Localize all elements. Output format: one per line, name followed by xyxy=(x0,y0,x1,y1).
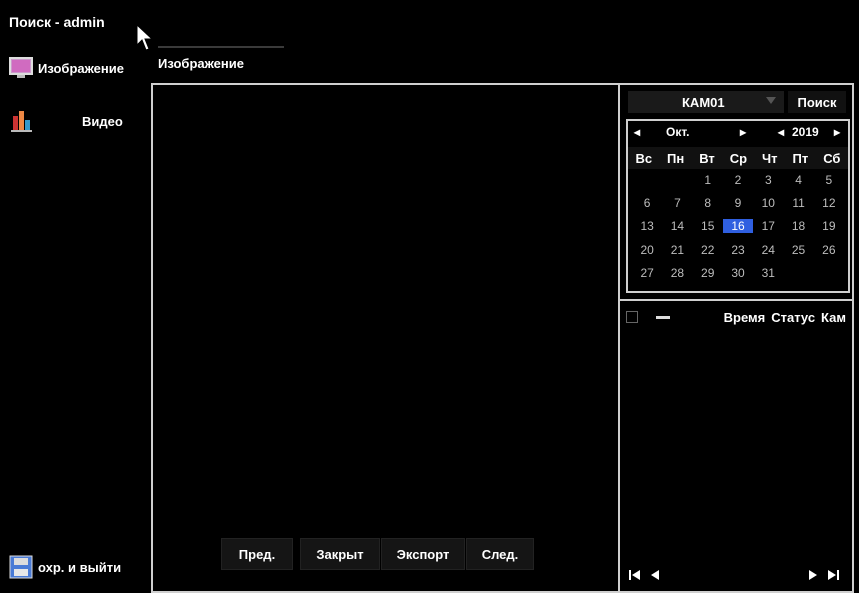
prev-month-icon[interactable]: ◂ xyxy=(634,125,640,139)
prev-page-icon[interactable] xyxy=(648,568,662,582)
tab-underline xyxy=(158,46,284,48)
prev-button[interactable]: Пред. xyxy=(221,538,293,570)
calendar-day[interactable]: 20 xyxy=(632,243,662,257)
pager xyxy=(620,557,852,593)
tab-image[interactable]: Изображение xyxy=(158,56,244,71)
month-label: Окт. xyxy=(666,125,690,139)
calendar-day[interactable]: 21 xyxy=(662,243,692,257)
calendar-day[interactable]: 30 xyxy=(723,266,753,280)
calendar-day[interactable]: 3 xyxy=(753,173,783,187)
search-panel: КАМ01 Поиск ◂ Окт. ▸ ◂ 2019 ▸ Вс Пн Вт С… xyxy=(618,83,854,593)
weekday-label: Чт xyxy=(762,150,778,166)
calendar-day[interactable]: 10 xyxy=(753,196,783,210)
calendar-day xyxy=(814,266,844,280)
year-label: 2019 xyxy=(792,125,819,139)
calendar-day xyxy=(632,173,662,187)
calendar-day[interactable]: 23 xyxy=(723,243,753,257)
calendar-day[interactable]: 26 xyxy=(814,243,844,257)
video-chart-icon xyxy=(8,108,34,134)
weekday-label: Вт xyxy=(699,150,715,166)
weekday-label: Пт xyxy=(792,150,809,166)
calendar-day[interactable]: 12 xyxy=(814,196,844,210)
camera-row: КАМ01 Поиск xyxy=(620,85,852,115)
calendar-day xyxy=(783,266,813,280)
save-and-exit-button[interactable]: охр. и выйти xyxy=(8,554,121,580)
calendar-grid: 1 2 3 4 5 6 7 8 9 10 11 12 13 14 15 16 1… xyxy=(632,173,844,289)
weekday-label: Вс xyxy=(635,150,653,166)
calendar-day[interactable]: 5 xyxy=(814,173,844,187)
calendar-day[interactable]: 11 xyxy=(783,196,813,210)
column-cam: Кам xyxy=(821,309,846,325)
sidebar-item-video[interactable]: Видео xyxy=(8,108,123,134)
calendar-day[interactable]: 29 xyxy=(693,266,723,280)
image-monitor-icon xyxy=(8,55,34,81)
calendar-day[interactable]: 13 xyxy=(632,219,662,233)
calendar-day[interactable]: 8 xyxy=(693,196,723,210)
calendar-day[interactable]: 4 xyxy=(783,173,813,187)
export-button[interactable]: Экспорт xyxy=(381,538,465,570)
close-button[interactable]: Закрыт xyxy=(300,538,380,570)
mouse-pointer-icon xyxy=(136,24,154,51)
next-button[interactable]: След. xyxy=(466,538,534,570)
calendar-header: ◂ Окт. ▸ ◂ 2019 ▸ xyxy=(628,121,848,143)
save-disk-icon xyxy=(8,554,34,580)
calendar-day[interactable]: 6 xyxy=(632,196,662,210)
next-page-icon[interactable] xyxy=(806,568,820,582)
calendar-day[interactable]: 18 xyxy=(783,219,813,233)
calendar-day[interactable]: 22 xyxy=(693,243,723,257)
camera-select-value: КАМ01 xyxy=(682,94,725,110)
chevron-down-icon xyxy=(766,97,776,104)
weekday-label: Сб xyxy=(823,150,841,166)
calendar-day[interactable]: 31 xyxy=(753,266,783,280)
select-all-checkbox[interactable] xyxy=(626,311,638,323)
dash-icon xyxy=(656,315,670,319)
next-month-icon[interactable]: ▸ xyxy=(740,125,746,139)
calendar-day[interactable]: 9 xyxy=(723,196,753,210)
calendar-day-selected[interactable]: 16 xyxy=(722,219,754,234)
calendar-day[interactable]: 2 xyxy=(723,173,753,187)
search-button[interactable]: Поиск xyxy=(788,91,846,113)
calendar-day[interactable]: 17 xyxy=(753,219,783,233)
header-columns: Время Статус Кам xyxy=(724,310,846,325)
window-title: Поиск - admin xyxy=(9,14,105,30)
calendar-day[interactable]: 14 xyxy=(662,219,692,233)
save-and-exit-label: охр. и выйти xyxy=(38,559,122,575)
calendar-day xyxy=(662,173,692,187)
calendar-day[interactable]: 7 xyxy=(662,196,692,210)
calendar-day[interactable]: 25 xyxy=(783,243,813,257)
sidebar-item-label: Видео xyxy=(82,113,123,129)
sidebar-item-label: Изображение xyxy=(38,60,124,76)
weekday-label: Пн xyxy=(667,150,685,166)
first-page-icon[interactable] xyxy=(628,568,642,582)
last-page-icon[interactable] xyxy=(826,568,840,582)
camera-select[interactable]: КАМ01 xyxy=(628,91,784,113)
results-list: Время Статус Кам xyxy=(620,299,852,593)
calendar-day[interactable]: 15 xyxy=(693,219,723,233)
calendar: ◂ Окт. ▸ ◂ 2019 ▸ Вс Пн Вт Ср Чт Пт Сб 1… xyxy=(626,119,850,293)
sidebar-item-image[interactable]: Изображение xyxy=(8,55,124,81)
column-status: Статус xyxy=(771,309,816,325)
search-window: Поиск - admin Изображение Изображение Ви… xyxy=(0,0,859,593)
column-time: Время xyxy=(723,309,766,325)
calendar-day[interactable]: 27 xyxy=(632,266,662,280)
playback-viewer xyxy=(151,83,621,593)
weekday-label: Ср xyxy=(729,150,748,166)
calendar-day[interactable]: 24 xyxy=(753,243,783,257)
weekday-row: Вс Пн Вт Ср Чт Пт Сб xyxy=(628,147,848,169)
next-year-icon[interactable]: ▸ xyxy=(834,125,840,139)
calendar-day[interactable]: 1 xyxy=(693,173,723,187)
prev-year-icon[interactable]: ◂ xyxy=(778,125,784,139)
results-list-header: Время Статус Кам xyxy=(626,307,846,327)
calendar-day[interactable]: 28 xyxy=(662,266,692,280)
calendar-day[interactable]: 19 xyxy=(814,219,844,233)
